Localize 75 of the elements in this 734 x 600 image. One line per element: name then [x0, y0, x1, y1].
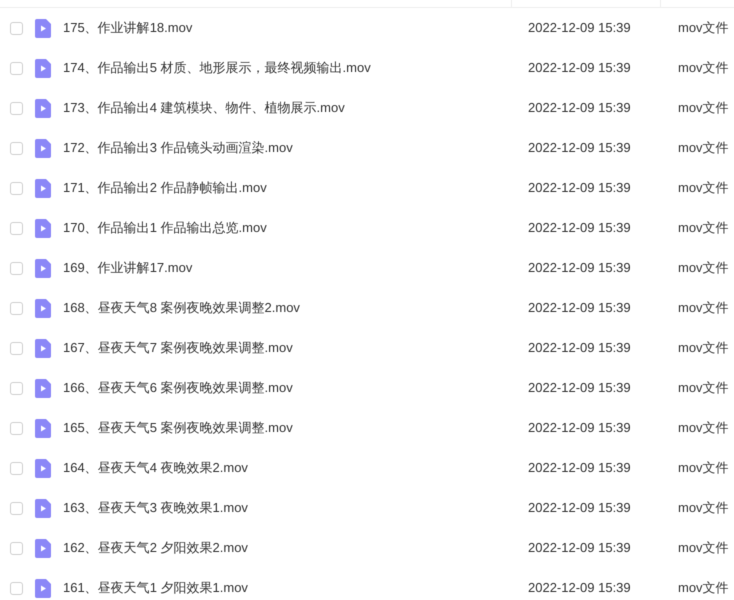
- video-file-icon: [35, 378, 51, 398]
- modified-date: 2022-12-09 15:39: [528, 500, 631, 516]
- file-name[interactable]: 163、昼夜天气3 夜晚效果1.mov: [63, 500, 248, 516]
- file-name[interactable]: 165、昼夜天气5 案例夜晚效果调整.mov: [63, 420, 293, 436]
- file-type: mov文件: [678, 60, 729, 76]
- modified-date: 2022-12-09 15:39: [528, 260, 631, 276]
- modified-date: 2022-12-09 15:39: [528, 20, 631, 36]
- file-type: mov文件: [678, 420, 729, 436]
- file-type: mov文件: [678, 380, 729, 396]
- row-checkbox[interactable]: [10, 342, 23, 354]
- video-file-icon: [35, 338, 51, 358]
- file-type: mov文件: [678, 140, 729, 156]
- modified-date: 2022-12-09 15:39: [528, 300, 631, 316]
- file-name[interactable]: 166、昼夜天气6 案例夜晚效果调整.mov: [63, 380, 293, 396]
- file-type: mov文件: [678, 20, 729, 36]
- video-file-icon: [35, 58, 51, 78]
- file-name[interactable]: 171、作品输出2 作品静帧输出.mov: [63, 180, 267, 196]
- row-checkbox[interactable]: [10, 262, 23, 274]
- row-checkbox[interactable]: [10, 142, 23, 154]
- video-file-icon: [35, 138, 51, 158]
- video-file-icon: [35, 298, 51, 318]
- video-file-icon: [35, 578, 51, 598]
- file-type: mov文件: [678, 460, 729, 476]
- file-name[interactable]: 173、作品输出4 建筑模块、物件、植物展示.mov: [63, 100, 345, 116]
- file-name[interactable]: 162、昼夜天气2 夕阳效果2.mov: [63, 540, 248, 556]
- video-file-icon: [35, 98, 51, 118]
- modified-date: 2022-12-09 15:39: [528, 460, 631, 476]
- row-checkbox[interactable]: [10, 502, 23, 514]
- modified-date: 2022-12-09 15:39: [528, 220, 631, 236]
- modified-date: 2022-12-09 15:39: [528, 580, 631, 596]
- video-file-icon: [35, 178, 51, 198]
- file-type: mov文件: [678, 500, 729, 516]
- file-name[interactable]: 169、作业讲解17.mov: [63, 260, 192, 276]
- modified-date: 2022-12-09 15:39: [528, 420, 631, 436]
- video-file-icon: [35, 18, 51, 38]
- row-checkbox[interactable]: [10, 302, 23, 314]
- row-checkbox[interactable]: [10, 222, 23, 234]
- file-name[interactable]: 168、昼夜天气8 案例夜晚效果调整2.mov: [63, 300, 300, 316]
- file-name[interactable]: 164、昼夜天气4 夜晚效果2.mov: [63, 460, 248, 476]
- file-type: mov文件: [678, 220, 729, 236]
- modified-date: 2022-12-09 15:39: [528, 180, 631, 196]
- modified-date: 2022-12-09 15:39: [528, 60, 631, 76]
- file-name[interactable]: 170、作品输出1 作品输出总览.mov: [63, 220, 267, 236]
- video-file-icon: [35, 498, 51, 518]
- row-checkbox[interactable]: [10, 462, 23, 474]
- file-name[interactable]: 161、昼夜天气1 夕阳效果1.mov: [63, 580, 248, 596]
- file-type: mov文件: [678, 180, 729, 196]
- row-checkbox[interactable]: [10, 62, 23, 74]
- modified-date: 2022-12-09 15:39: [528, 540, 631, 556]
- row-checkbox[interactable]: [10, 582, 23, 594]
- row-checkbox[interactable]: [10, 22, 23, 34]
- file-name[interactable]: 167、昼夜天气7 案例夜晚效果调整.mov: [63, 340, 293, 356]
- file-name[interactable]: 175、作业讲解18.mov: [63, 20, 192, 36]
- file-type: mov文件: [678, 100, 729, 116]
- file-name[interactable]: 174、作品输出5 材质、地形展示，最终视频输出.mov: [63, 60, 371, 76]
- modified-date: 2022-12-09 15:39: [528, 140, 631, 156]
- file-type: mov文件: [678, 260, 729, 276]
- video-file-icon: [35, 458, 51, 478]
- file-type: mov文件: [678, 300, 729, 316]
- video-file-icon: [35, 538, 51, 558]
- file-type: mov文件: [678, 540, 729, 556]
- row-checkbox[interactable]: [10, 182, 23, 194]
- video-file-icon: [35, 218, 51, 238]
- modified-date: 2022-12-09 15:39: [528, 380, 631, 396]
- file-type: mov文件: [678, 580, 729, 596]
- row-checkbox[interactable]: [10, 422, 23, 434]
- row-checkbox[interactable]: [10, 542, 23, 554]
- video-file-icon: [35, 418, 51, 438]
- video-file-icon: [35, 258, 51, 278]
- row-checkbox[interactable]: [10, 102, 23, 114]
- file-name[interactable]: 172、作品输出3 作品镜头动画渲染.mov: [63, 140, 293, 156]
- file-type: mov文件: [678, 340, 729, 356]
- modified-date: 2022-12-09 15:39: [528, 340, 631, 356]
- modified-date: 2022-12-09 15:39: [528, 100, 631, 116]
- row-checkbox[interactable]: [10, 382, 23, 394]
